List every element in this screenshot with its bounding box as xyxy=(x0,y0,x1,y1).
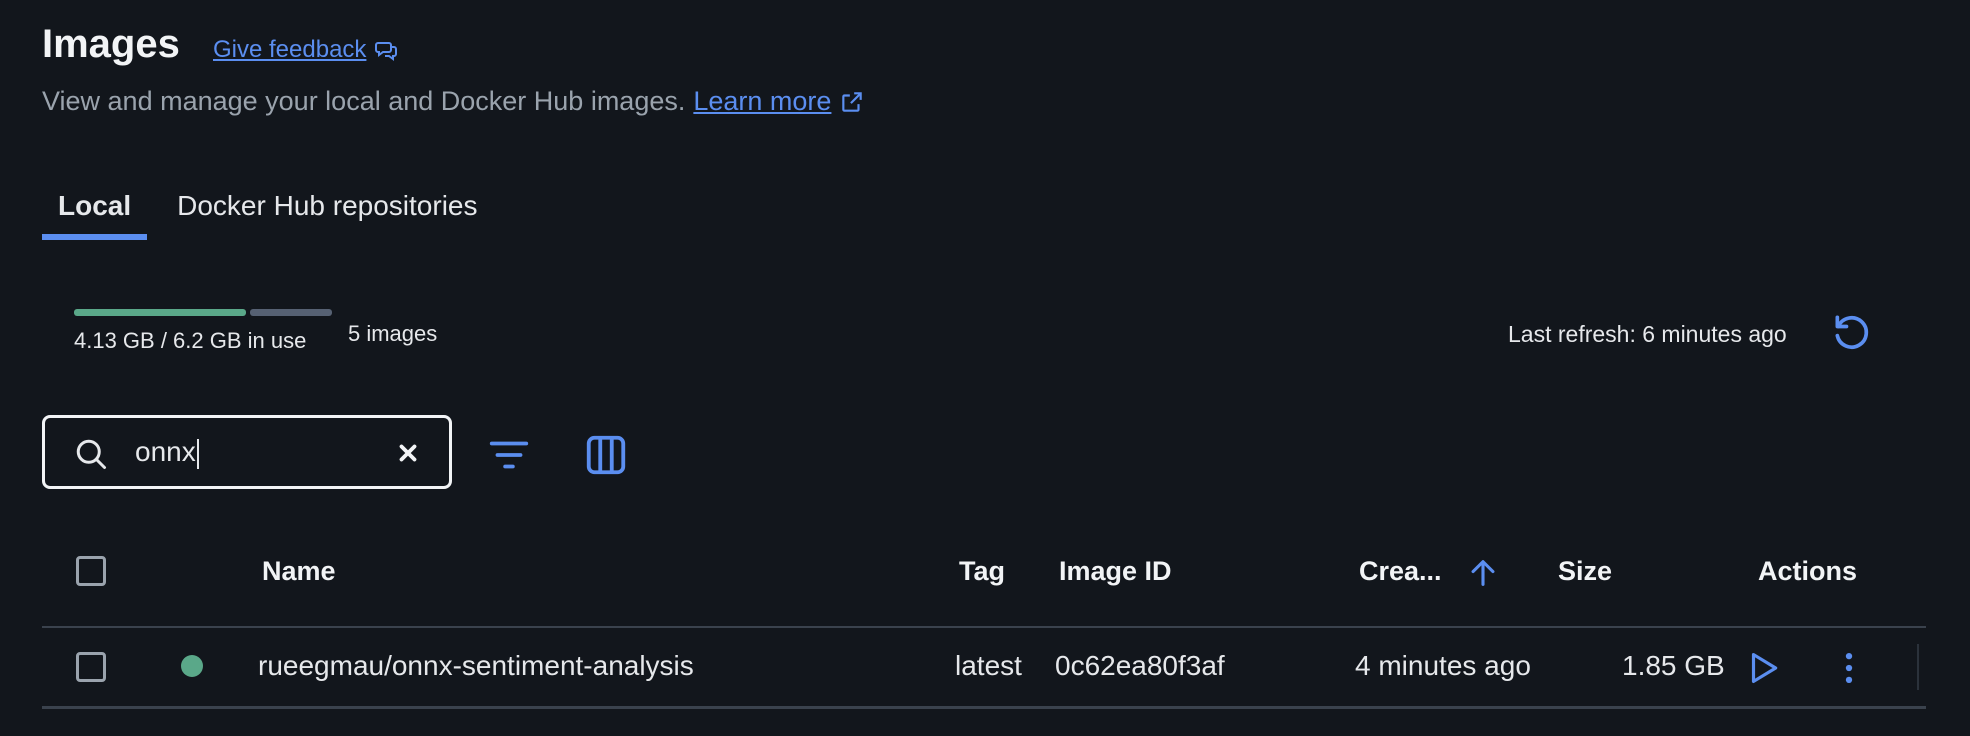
actions-column-divider xyxy=(1917,644,1919,690)
tab-bar: Local Docker Hub repositories xyxy=(42,190,493,240)
row-checkbox[interactable] xyxy=(76,652,106,682)
table-header-divider xyxy=(42,626,1926,628)
clear-search-icon[interactable] xyxy=(395,440,421,466)
image-size: 1.85 GB xyxy=(1622,650,1725,681)
disk-usage-used xyxy=(74,309,246,316)
column-header-name[interactable]: Name xyxy=(262,556,336,587)
image-created: 4 minutes ago xyxy=(1355,650,1531,681)
column-header-created[interactable]: Crea... xyxy=(1359,556,1442,587)
column-header-image-id[interactable]: Image ID xyxy=(1059,556,1172,587)
disk-usage-text: 4.13 GB / 6.2 GB in use xyxy=(74,328,307,353)
columns-button[interactable] xyxy=(583,432,629,483)
tab-docker-hub-repositories[interactable]: Docker Hub repositories xyxy=(161,190,493,240)
sort-arrow-up-icon[interactable] xyxy=(1466,556,1500,590)
page-title: Images xyxy=(42,22,180,66)
columns-icon xyxy=(586,435,626,475)
learn-more-label: Learn more xyxy=(693,86,832,116)
run-button[interactable] xyxy=(1744,648,1782,693)
column-header-tag[interactable]: Tag xyxy=(959,556,1005,587)
refresh-icon xyxy=(1835,315,1869,349)
status-dot xyxy=(181,655,203,677)
table-row-divider xyxy=(42,706,1926,709)
search-box[interactable]: onnx xyxy=(42,415,452,489)
tab-local[interactable]: Local xyxy=(42,190,148,240)
column-header-size[interactable]: Size xyxy=(1558,556,1612,587)
image-id: 0c62ea80f3af xyxy=(1055,650,1225,681)
filter-button[interactable] xyxy=(486,432,532,483)
search-input[interactable]: onnx xyxy=(135,436,199,469)
play-icon xyxy=(1751,652,1778,684)
disk-usage-free xyxy=(250,309,332,316)
column-header-actions: Actions xyxy=(1758,556,1858,586)
image-tag: latest xyxy=(955,650,1022,681)
search-icon xyxy=(76,439,106,469)
subtitle-text: View and manage your local and Docker Hu… xyxy=(42,86,686,116)
page-subtitle: View and manage your local and Docker Hu… xyxy=(42,86,865,117)
learn-more-link[interactable]: Learn more xyxy=(693,86,865,117)
more-actions-button[interactable] xyxy=(1830,648,1868,693)
filter-icon xyxy=(489,441,529,469)
give-feedback-link[interactable]: Give feedback xyxy=(213,36,398,64)
text-caret xyxy=(196,438,199,469)
refresh-button[interactable] xyxy=(1830,310,1874,354)
external-link-icon xyxy=(842,91,863,112)
give-feedback-label: Give feedback xyxy=(213,36,367,63)
search-value: onnx xyxy=(135,436,196,467)
image-count: 5 images xyxy=(348,321,438,346)
kebab-menu-icon xyxy=(1845,652,1853,684)
image-name-link[interactable]: rueegmau/onnx-sentiment-analysis xyxy=(258,650,694,682)
feedback-icon xyxy=(375,42,398,61)
last-refresh-text: Last refresh: 6 minutes ago xyxy=(1508,321,1787,347)
disk-usage-bar xyxy=(74,309,332,316)
select-all-checkbox[interactable] xyxy=(76,556,106,586)
